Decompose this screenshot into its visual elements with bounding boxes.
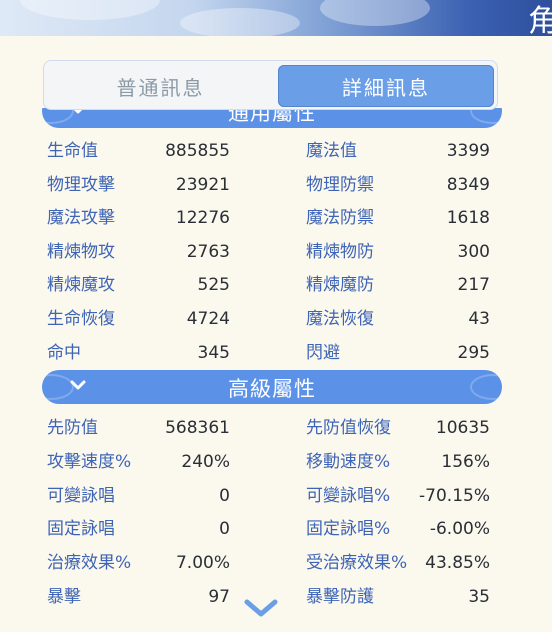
section-title-advanced: 高級屬性 [228, 377, 316, 401]
stat-label: 物理攻擊 [47, 175, 115, 195]
stat-row: 生命值 885855 魔法值 3399 [0, 136, 552, 166]
stat-label: 魔法恢復 [306, 309, 374, 329]
stat-row: 物理攻擊 23921 物理防禦 8349 [0, 170, 552, 200]
chevron-down-icon[interactable] [241, 594, 281, 622]
stat-label: 精煉物攻 [47, 242, 115, 262]
stat-label: 魔法值 [306, 141, 357, 161]
stat-label: 固定詠唱% [306, 519, 391, 539]
stat-row: 命中 345 閃避 295 [0, 338, 552, 368]
stat-label: 固定詠唱 [47, 519, 115, 539]
stat-label: 生命值 [47, 141, 98, 161]
stat-label: 移動速度% [306, 452, 391, 472]
stat-value: 4724 [186, 309, 230, 329]
stat-value: 23921 [175, 175, 230, 195]
stat-label: 魔法防禦 [306, 208, 374, 228]
stat-label: 攻擊速度% [47, 452, 132, 472]
attribute-scroll-area[interactable]: 通用屬性 生命值 885855 魔法值 3399 物理攻擊 23921 物理防禦… [0, 108, 552, 632]
stat-label: 精煉魔防 [306, 275, 374, 295]
stat-row: 攻擊速度% 240% 移動速度% 156% [0, 447, 552, 477]
stat-label: 可變詠唱% [306, 486, 391, 506]
stat-value: 3399 [446, 141, 490, 161]
stat-label: 命中 [47, 343, 81, 363]
stat-label: 物理防禦 [306, 175, 374, 195]
stat-value: 240% [181, 452, 230, 472]
stat-value: 10635 [435, 418, 490, 438]
window-title: 角 [528, 4, 552, 36]
stat-value: 217 [457, 275, 490, 295]
stat-label: 先防值恢復 [306, 418, 391, 438]
stat-row: 魔法攻擊 12276 魔法防禦 1618 [0, 203, 552, 233]
stat-label: 暴擊 [47, 587, 81, 607]
stat-value: -70.15% [419, 486, 490, 506]
stat-value: 300 [457, 242, 490, 262]
stat-value: 97 [208, 587, 230, 607]
stat-value: 43 [468, 309, 490, 329]
stat-value: -6.00% [429, 519, 490, 539]
stat-row: 固定詠唱 0 固定詠唱% -6.00% [0, 514, 552, 544]
stat-label: 精煉魔攻 [47, 275, 115, 295]
cloud-decoration [320, 0, 430, 26]
stat-value: 156% [441, 452, 490, 472]
stat-value: 295 [457, 343, 490, 363]
tab-basic-info[interactable]: 普通訊息 [48, 65, 273, 107]
stat-value: 12276 [175, 208, 230, 228]
tab-detailed-info[interactable]: 詳細訊息 [278, 65, 494, 107]
stat-value: 0 [219, 519, 230, 539]
stat-value: 568361 [165, 418, 230, 438]
stat-value: 1618 [446, 208, 490, 228]
stat-row: 治療效果% 7.00% 受治療效果% 43.85% [0, 548, 552, 578]
stat-value: 7.00% [175, 553, 230, 573]
stat-value: 2763 [186, 242, 230, 262]
stat-row: 先防值 568361 先防值恢復 10635 [0, 413, 552, 443]
stat-value: 345 [197, 343, 230, 363]
stat-label: 先防值 [47, 418, 98, 438]
stat-label: 生命恢復 [47, 309, 115, 329]
stat-label: 魔法攻擊 [47, 208, 115, 228]
stat-label: 精煉物防 [306, 242, 374, 262]
info-tab-bar: 普通訊息 詳細訊息 [43, 60, 498, 110]
stat-value: 8349 [446, 175, 490, 195]
cloud-decoration [180, 8, 300, 36]
stat-label: 暴擊防護 [306, 587, 374, 607]
stat-row: 可變詠唱 0 可變詠唱% -70.15% [0, 481, 552, 511]
section-title-general: 通用屬性 [228, 108, 316, 125]
stat-row: 精煉物攻 2763 精煉物防 300 [0, 237, 552, 267]
stat-value: 35 [468, 587, 490, 607]
stat-label: 受治療效果% [306, 553, 408, 573]
attribute-panel: 通用屬性 生命值 885855 魔法值 3399 物理攻擊 23921 物理防禦… [0, 36, 552, 632]
section-header-advanced[interactable]: 高級屬性 [42, 370, 502, 404]
stat-label: 閃避 [306, 343, 340, 363]
section-header-general[interactable]: 通用屬性 [42, 108, 502, 128]
stat-label: 可變詠唱 [47, 486, 115, 506]
cloud-decoration [20, 0, 160, 20]
stat-row: 精煉魔攻 525 精煉魔防 217 [0, 270, 552, 300]
stat-value: 525 [197, 275, 230, 295]
window-top-bar: 角 [0, 0, 552, 36]
stat-value: 885855 [165, 141, 230, 161]
stat-row: 生命恢復 4724 魔法恢復 43 [0, 304, 552, 334]
stat-value: 0 [219, 486, 230, 506]
stat-label: 治療效果% [47, 553, 132, 573]
stat-value: 43.85% [425, 553, 490, 573]
